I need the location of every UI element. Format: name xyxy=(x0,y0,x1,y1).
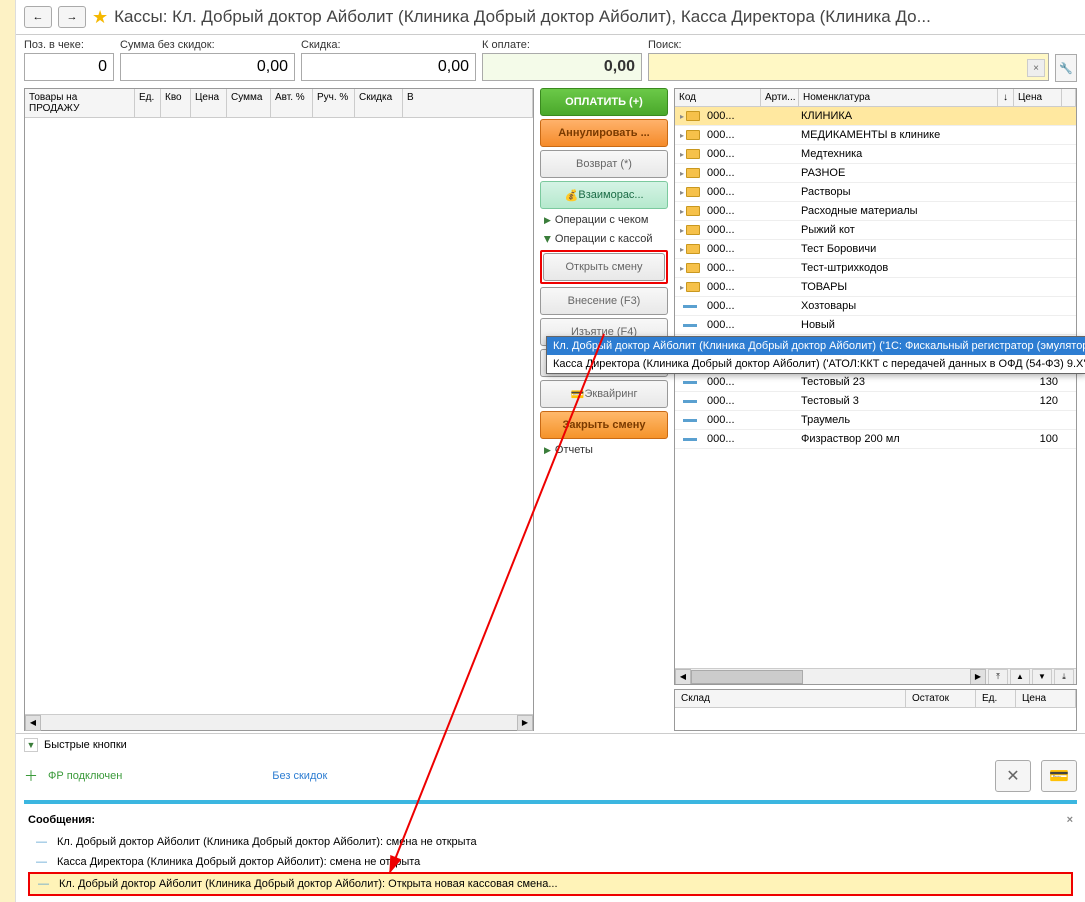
catalog-row[interactable]: 000...Физраствор 200 мл100 xyxy=(675,430,1076,449)
add-button[interactable]: ＋ xyxy=(24,766,38,786)
quick-expand-icon[interactable]: ▼ xyxy=(24,738,38,752)
stock-table[interactable]: Склад Остаток Ед. Цена xyxy=(674,689,1077,731)
discount-label: Скидка: xyxy=(301,39,476,51)
item-icon xyxy=(683,419,697,422)
sum-value: 0,00 xyxy=(120,53,295,81)
folder-icon xyxy=(686,168,700,178)
settings-button[interactable]: 🔧 xyxy=(1055,54,1077,82)
dash-icon: — xyxy=(36,836,47,848)
folder-icon xyxy=(686,187,700,197)
pay-label: К оплате: xyxy=(482,39,642,51)
scroll-right-icon[interactable]: ▶ xyxy=(517,715,533,731)
catalog-row[interactable]: 000...Новый xyxy=(675,316,1076,335)
pay-value: 0,00 xyxy=(482,53,642,81)
chevron-right-icon: ▶ xyxy=(544,215,551,226)
folder-icon xyxy=(686,130,700,140)
search-clear-button[interactable]: × xyxy=(1027,59,1045,77)
nav-down-icon[interactable]: ▼ xyxy=(1032,669,1052,685)
check-ops-expand[interactable]: ▶ Операции с чеком xyxy=(540,212,668,228)
nav-first-icon[interactable]: ⤒ xyxy=(988,669,1008,685)
products-header: Товары на ПРОДАЖУ Ед. Кво Цена Сумма Авт… xyxy=(25,89,533,118)
nav-back-button[interactable]: ← xyxy=(24,6,52,28)
money-icon: 💰 xyxy=(564,188,578,202)
pay-button[interactable]: ОПЛАТИТЬ (+) xyxy=(540,88,668,116)
close-shift-button[interactable]: Закрыть смену xyxy=(540,411,668,439)
catalog-row[interactable]: ▸000...МЕДИКАМЕНТЫ в клинике xyxy=(675,126,1076,145)
folder-icon xyxy=(686,111,700,121)
nav-up-icon[interactable]: ▲ xyxy=(1010,669,1030,685)
products-hscroll[interactable]: ◀ ▶ xyxy=(25,714,533,730)
item-icon xyxy=(683,438,697,441)
catalog-row[interactable]: ▸000...Расходные материалы xyxy=(675,202,1076,221)
mutual-button[interactable]: 💰 Взаиморас... xyxy=(540,181,668,209)
nav-last-icon[interactable]: ⤓ xyxy=(1054,669,1074,685)
deposit-button[interactable]: Внесение (F3) xyxy=(540,287,668,315)
catalog-row[interactable]: ▸000...РАЗНОЕ xyxy=(675,164,1076,183)
catalog-row[interactable]: 000...Траумель xyxy=(675,411,1076,430)
message-row-highlighted[interactable]: — Кл. Добрый доктор Айболит (Клиника Доб… xyxy=(28,872,1073,896)
side-strip xyxy=(0,0,16,902)
divider xyxy=(24,800,1077,804)
return-button[interactable]: Возврат (*) xyxy=(540,150,668,178)
chevron-down-icon: ▶ xyxy=(542,236,553,243)
item-icon xyxy=(683,324,697,327)
cancel-button[interactable]: Аннулировать ... xyxy=(540,119,668,147)
catalog-row[interactable]: 000...Хозтовары xyxy=(675,297,1076,316)
quick-buttons-label: Быстрые кнопки xyxy=(44,739,127,751)
page-title: Кассы: Кл. Добрый доктор Айболит (Клиник… xyxy=(114,7,931,27)
cash-ops-expand[interactable]: ▶ Операции с кассой xyxy=(540,231,668,247)
chevron-right-icon: ▶ xyxy=(544,445,551,456)
folder-icon xyxy=(686,244,700,254)
catalog-row[interactable]: 000...Тестовый 23130 xyxy=(675,373,1076,392)
fr-status: ФР подключен xyxy=(48,770,122,782)
pos-value: 0 xyxy=(24,53,114,81)
messages-close-icon[interactable]: × xyxy=(1067,814,1073,826)
dash-icon: — xyxy=(38,878,49,890)
cat-scroll-right[interactable]: ▶ xyxy=(970,669,986,685)
dropdown-item[interactable]: Касса Директора (Клиника Добрый доктор А… xyxy=(547,355,1085,373)
item-icon xyxy=(683,381,697,384)
catalog-row[interactable]: ▸000...Тест-штрихкодов xyxy=(675,259,1076,278)
catalog-row[interactable]: ▸000...Тест Боровичи xyxy=(675,240,1076,259)
item-icon xyxy=(683,305,697,308)
open-shift-button[interactable]: Открыть смену xyxy=(543,253,665,281)
search-input[interactable] xyxy=(648,53,1049,81)
folder-icon xyxy=(686,206,700,216)
folder-icon xyxy=(686,149,700,159)
message-row[interactable]: — Кл. Добрый доктор Айболит (Клиника Доб… xyxy=(28,832,1073,852)
products-table[interactable]: Товары на ПРОДАЖУ Ед. Кво Цена Сумма Авт… xyxy=(24,88,534,731)
nav-forward-button[interactable]: → xyxy=(58,6,86,28)
message-row[interactable]: — Касса Директора (Клиника Добрый доктор… xyxy=(28,852,1073,872)
catalog-table[interactable]: Код Арти... Номенклатура ↓ Цена ▸000...К… xyxy=(674,88,1077,685)
dropdown-item-selected[interactable]: Кл. Добрый доктор Айболит (Клиника Добры… xyxy=(547,337,1085,355)
discount-value: 0,00 xyxy=(301,53,476,81)
catalog-row[interactable]: ▸000...Рыжий кот xyxy=(675,221,1076,240)
reports-expand[interactable]: ▶ Отчеты xyxy=(540,442,668,458)
card-big-button[interactable]: 💳 xyxy=(1041,760,1077,792)
cancel-big-button[interactable]: ✕ xyxy=(995,760,1031,792)
sum-label: Сумма без скидок: xyxy=(120,39,295,51)
item-icon xyxy=(683,400,697,403)
cat-scroll-left[interactable]: ◀ xyxy=(675,669,691,685)
dash-icon: — xyxy=(36,856,47,868)
catalog-row[interactable]: ▸000...ТОВАРЫ xyxy=(675,278,1076,297)
no-discount-link[interactable]: Без скидок xyxy=(272,770,327,782)
pos-label: Поз. в чеке: xyxy=(24,39,114,51)
catalog-row[interactable]: ▸000...КЛИНИКА xyxy=(675,107,1076,126)
messages-title: Сообщения: xyxy=(28,814,95,826)
folder-icon xyxy=(686,225,700,235)
scroll-left-icon[interactable]: ◀ xyxy=(25,715,41,731)
open-shift-dropdown[interactable]: Кл. Добрый доктор Айболит (Клиника Добры… xyxy=(546,336,1085,374)
folder-icon xyxy=(686,282,700,292)
folder-icon xyxy=(686,263,700,273)
catalog-row[interactable]: ▸000...Медтехника xyxy=(675,145,1076,164)
favorite-star-icon[interactable]: ★ xyxy=(92,7,108,28)
catalog-row[interactable]: 000...Тестовый 3120 xyxy=(675,392,1076,411)
card-icon: 💳 xyxy=(570,387,584,401)
catalog-row[interactable]: ▸000...Растворы xyxy=(675,183,1076,202)
products-body[interactable] xyxy=(25,118,533,714)
search-label: Поиск: xyxy=(648,39,1049,51)
acquiring-button[interactable]: 💳 Эквайринг xyxy=(540,380,668,408)
